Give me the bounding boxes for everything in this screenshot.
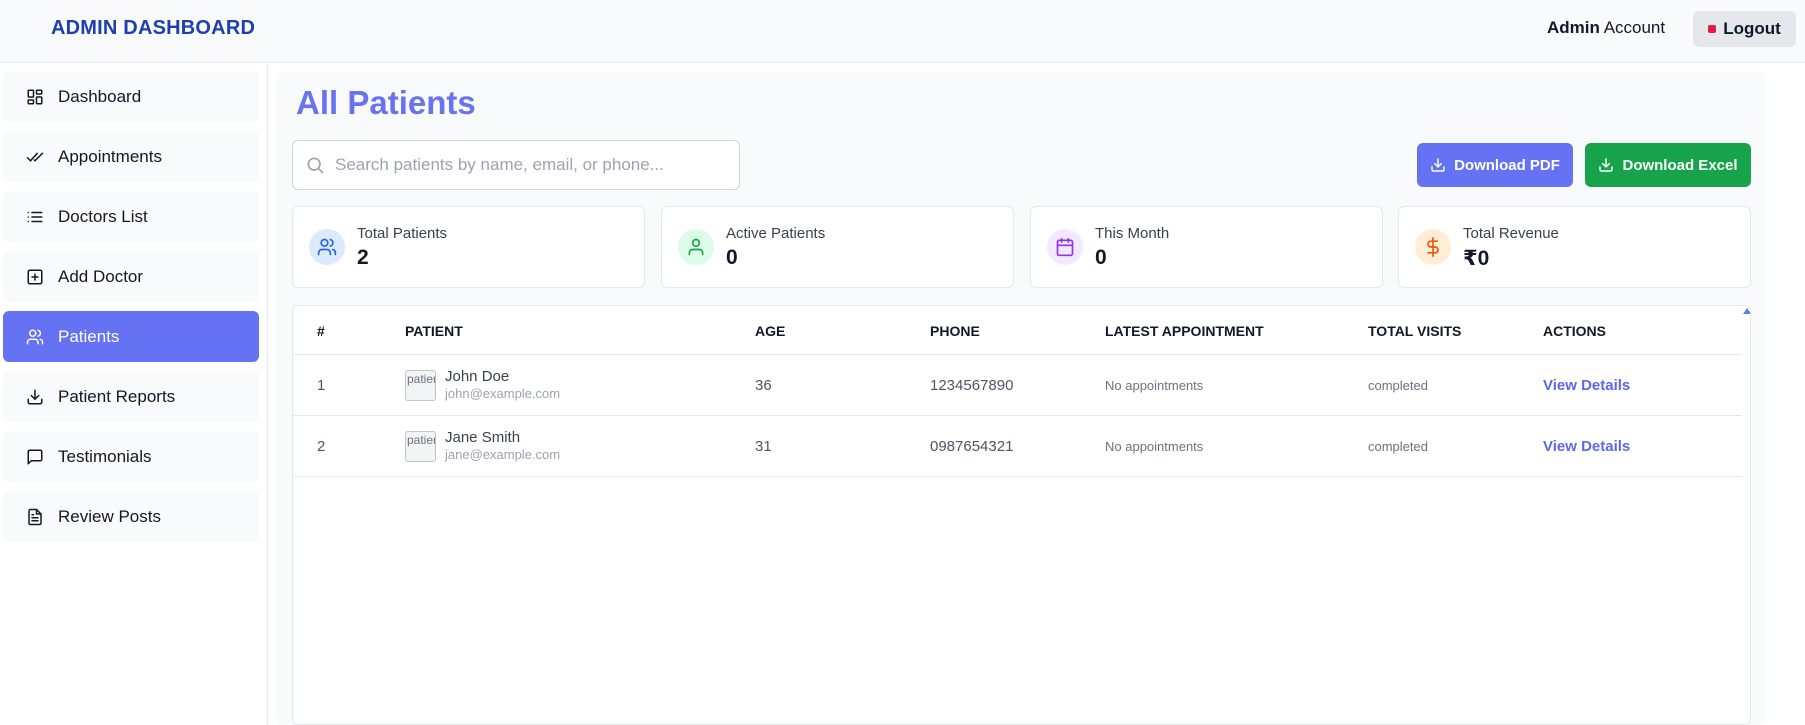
latest-appointment: No appointments bbox=[1105, 439, 1204, 454]
scroll-up-icon[interactable] bbox=[1743, 308, 1750, 314]
plus-square-icon bbox=[27, 269, 43, 284]
patient-email: john@example.com bbox=[445, 386, 561, 401]
sidebar-item-label: Patient Reports bbox=[58, 386, 176, 406]
stat-icon-wrap bbox=[1047, 229, 1083, 265]
total-visits: completed bbox=[1368, 378, 1428, 393]
stat-icon-wrap bbox=[1415, 229, 1451, 265]
top-bar: ADMIN DASHBOARD Admin Account Logout bbox=[0, 0, 1805, 63]
column-header: AGE bbox=[755, 323, 786, 339]
stat-value: 2 bbox=[357, 246, 369, 269]
column-header: LATEST APPOINTMENT bbox=[1105, 323, 1264, 339]
stat-card-active-patients: Active Patients 0 bbox=[661, 206, 1014, 288]
page-title: All Patients bbox=[296, 84, 476, 121]
avatar: patient bbox=[405, 431, 436, 462]
search-box[interactable] bbox=[292, 140, 740, 190]
message-square-icon bbox=[27, 449, 43, 464]
patient-phone: 1234567890 bbox=[930, 377, 1014, 394]
stat-label: Total Revenue bbox=[1463, 225, 1559, 242]
table-row: 1 patient John Doe john@example.com 36 1… bbox=[293, 355, 1742, 416]
stat-card-this-month: This Month 0 bbox=[1030, 206, 1383, 288]
sidebar-item-label: Review Posts bbox=[58, 506, 161, 526]
file-text-icon bbox=[28, 508, 42, 525]
stat-label: Active Patients bbox=[726, 225, 826, 242]
table-row: 2 patient Jane Smith jane@example.com 31… bbox=[293, 416, 1742, 477]
stat-card-total-patients: Total Patients 2 bbox=[292, 206, 645, 288]
patient-name: John Doe bbox=[445, 368, 510, 385]
sidebar-item-label: Testimonials bbox=[58, 446, 152, 466]
patient-age: 31 bbox=[755, 438, 772, 455]
download-icon bbox=[1431, 158, 1445, 172]
download-icon bbox=[27, 389, 43, 404]
grid-icon bbox=[27, 89, 43, 104]
stat-card-total-revenue: Total Revenue ₹0 bbox=[1398, 206, 1751, 288]
stat-label: This Month bbox=[1095, 225, 1170, 242]
patients-table: # PATIENT AGE PHONE LATEST APPOINTMENT T… bbox=[292, 305, 1751, 725]
account-rest: Account bbox=[1603, 18, 1666, 37]
column-header: # bbox=[317, 323, 325, 339]
sidebar: Dashboard Appointments Doctors List Add … bbox=[0, 64, 268, 725]
calendar-icon bbox=[1056, 237, 1074, 257]
sidebar-item-review-posts[interactable]: Review Posts bbox=[3, 491, 259, 542]
patient-phone: 0987654321 bbox=[930, 438, 1014, 455]
stat-value: 0 bbox=[1095, 246, 1107, 269]
logout-label: Logout bbox=[1723, 19, 1781, 38]
download-pdf-label: Download PDF bbox=[1454, 156, 1560, 174]
sidebar-item-appointments[interactable]: Appointments bbox=[3, 131, 259, 182]
users-icon bbox=[26, 329, 44, 344]
sidebar-item-label: Dashboard bbox=[58, 86, 142, 106]
stat-label: Total Patients bbox=[357, 225, 448, 242]
account-strong: Admin bbox=[1547, 18, 1600, 37]
download-excel-button[interactable]: Download Excel bbox=[1585, 143, 1751, 187]
sidebar-item-label: Add Doctor bbox=[58, 266, 144, 286]
sidebar-item-label: Doctors List bbox=[58, 206, 148, 226]
download-pdf-button[interactable]: Download PDF bbox=[1417, 143, 1573, 187]
view-details-link[interactable]: View Details bbox=[1543, 438, 1630, 455]
sidebar-item-label: Appointments bbox=[58, 146, 162, 166]
search-icon bbox=[307, 157, 324, 174]
column-header: PHONE bbox=[930, 323, 980, 339]
stat-icon-wrap bbox=[309, 229, 345, 265]
sidebar-item-testimonials[interactable]: Testimonials bbox=[3, 431, 259, 482]
patient-email: jane@example.com bbox=[445, 447, 561, 462]
stat-icon-wrap bbox=[678, 229, 714, 265]
download-icon bbox=[1599, 158, 1614, 172]
sidebar-item-patients[interactable]: Patients bbox=[3, 311, 259, 362]
column-header: TOTAL VISITS bbox=[1368, 323, 1462, 339]
logout-icon bbox=[1708, 25, 1717, 33]
stat-value: ₹0 bbox=[1463, 247, 1490, 270]
sidebar-item-add-doctor[interactable]: Add Doctor bbox=[3, 251, 259, 302]
latest-appointment: No appointments bbox=[1105, 378, 1204, 393]
search-input[interactable] bbox=[335, 155, 735, 175]
row-number: 1 bbox=[317, 377, 326, 394]
view-details-link[interactable]: View Details bbox=[1543, 377, 1630, 394]
user-icon bbox=[688, 238, 704, 256]
double-check-icon bbox=[26, 152, 44, 162]
row-number: 2 bbox=[317, 438, 326, 455]
account-label: Admin Account bbox=[1547, 18, 1665, 38]
total-visits: completed bbox=[1368, 439, 1428, 454]
sidebar-item-patient-reports[interactable]: Patient Reports bbox=[3, 371, 259, 422]
dollar-icon bbox=[1427, 237, 1439, 257]
avatar: patient bbox=[405, 370, 436, 401]
column-header: PATIENT bbox=[405, 323, 463, 339]
list-icon bbox=[27, 211, 43, 222]
download-excel-label: Download Excel bbox=[1622, 156, 1738, 174]
sidebar-item-label: Patients bbox=[58, 326, 120, 346]
users-icon bbox=[317, 238, 337, 256]
column-header: ACTIONS bbox=[1543, 323, 1606, 339]
sidebar-item-doctors-list[interactable]: Doctors List bbox=[3, 191, 259, 242]
stat-value: 0 bbox=[726, 246, 738, 269]
logout-button[interactable]: Logout bbox=[1693, 11, 1796, 47]
patient-name: Jane Smith bbox=[445, 429, 521, 446]
brand-title: ADMIN DASHBOARD bbox=[51, 17, 256, 39]
sidebar-item-dashboard[interactable]: Dashboard bbox=[3, 71, 259, 122]
patient-age: 36 bbox=[755, 377, 772, 394]
